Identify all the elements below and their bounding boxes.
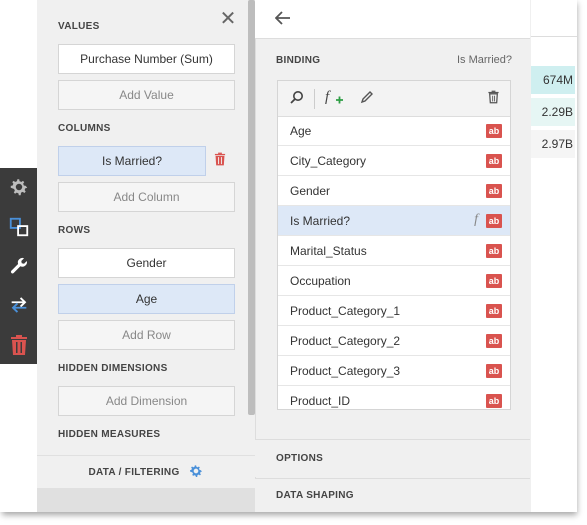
list-item[interactable]: City_Category ab	[278, 146, 510, 176]
columns-heading: COLUMNS	[58, 123, 111, 134]
field-name: Gender	[290, 183, 331, 198]
panel-scrollbar[interactable]	[248, 0, 255, 415]
trash-icon	[9, 334, 29, 356]
list-item[interactable]: Product_Category_3 ab	[278, 356, 510, 386]
swap-panels-tool-button[interactable]	[0, 208, 37, 246]
close-button[interactable]: ✕	[218, 7, 238, 30]
field-name: Is Married?	[290, 213, 351, 228]
binding-heading: BINDING	[276, 55, 321, 66]
rows-field-age[interactable]: Age	[58, 284, 235, 314]
list-item[interactable]: Occupation ab	[278, 266, 510, 296]
columns-field[interactable]: Is Married?	[58, 146, 206, 176]
list-item[interactable]: Product_ID ab	[278, 386, 510, 409]
list-item[interactable]: Product_Category_2 ab	[278, 326, 510, 356]
search-icon	[290, 90, 304, 107]
rows-heading: ROWS	[58, 225, 91, 236]
gear-icon	[8, 176, 30, 198]
add-calculated-field-button[interactable]: f	[324, 89, 346, 107]
svg-text:f: f	[325, 89, 331, 105]
grid-cell[interactable]: 674M	[531, 66, 575, 94]
wrench-tool-button[interactable]	[0, 247, 37, 285]
string-type-badge: ab	[486, 154, 502, 168]
function-icon[interactable]: f	[474, 212, 478, 228]
arrow-left-icon	[274, 9, 291, 30]
field-name: Marital_Status	[290, 243, 367, 258]
field-name: Product_Category_3	[290, 363, 401, 378]
arrows-icon	[8, 294, 30, 316]
string-type-badge: ab	[486, 214, 502, 228]
data-filtering-tab[interactable]: DATA / FILTERING	[37, 455, 255, 489]
list-item[interactable]: Marital_Status ab	[278, 236, 510, 266]
string-type-badge: ab	[486, 274, 502, 288]
string-type-badge: ab	[486, 244, 502, 258]
trash-icon	[487, 90, 500, 107]
string-type-badge: ab	[486, 304, 502, 318]
search-button[interactable]	[288, 89, 306, 107]
values-field[interactable]: Purchase Number (Sum)	[58, 44, 235, 74]
remove-column-button[interactable]	[213, 152, 227, 166]
string-type-badge: ab	[486, 394, 502, 408]
string-type-badge: ab	[486, 124, 502, 138]
add-column-button[interactable]: Add Column	[58, 182, 235, 212]
rows-field-gender[interactable]: Gender	[58, 248, 235, 278]
field-list: f Age ab City_Category ab Gender ab Is Marr…	[277, 80, 511, 410]
add-row-button[interactable]: Add Row	[58, 320, 235, 350]
back-button[interactable]	[273, 9, 293, 29]
field-name: Occupation	[290, 273, 351, 288]
field-name: Product_Category_1	[290, 303, 401, 318]
string-type-badge: ab	[486, 184, 502, 198]
values-heading: VALUES	[58, 21, 100, 32]
string-type-badge: ab	[486, 334, 502, 348]
close-icon: ✕	[219, 7, 237, 30]
string-type-badge: ab	[486, 364, 502, 378]
pencil-icon	[360, 90, 374, 107]
trash-icon	[213, 152, 227, 169]
list-item[interactable]: Age ab	[278, 116, 510, 146]
gear-icon	[188, 463, 204, 482]
field-name: Product_ID	[290, 393, 351, 408]
delete-tool-button[interactable]	[0, 326, 37, 364]
grid-header	[531, 0, 577, 37]
grid-cell[interactable]: 2.97B	[531, 130, 575, 158]
panel-footer-strip	[37, 488, 255, 512]
data-shaping-section-header[interactable]: DATA SHAPING	[255, 478, 530, 512]
list-item[interactable]: Gender ab	[278, 176, 510, 206]
background-grid: 674M 2.29B 2.97B	[530, 0, 577, 512]
hidden-dimensions-heading: HIDDEN DIMENSIONS	[58, 363, 168, 374]
field-list-toolbar: f	[278, 81, 510, 117]
add-dimension-button[interactable]: Add Dimension	[58, 386, 235, 416]
list-item-selected[interactable]: Is Married? f ab	[278, 206, 510, 236]
binding-field-name: Is Married?	[456, 54, 512, 66]
side-toolbar	[0, 168, 37, 364]
edit-button[interactable]	[358, 89, 376, 107]
field-name: Product_Category_2	[290, 333, 401, 348]
hidden-measures-heading: HIDDEN MEASURES	[58, 429, 161, 440]
add-value-button[interactable]: Add Value	[58, 80, 235, 110]
data-filtering-label: DATA / FILTERING	[88, 467, 180, 478]
field-name: Age	[290, 123, 312, 138]
delete-field-button[interactable]	[484, 89, 502, 107]
swap-panels-icon	[8, 216, 30, 238]
field-name: City_Category	[290, 153, 367, 168]
settings-tool-button[interactable]	[0, 168, 37, 206]
list-item[interactable]: Product_Category_1 ab	[278, 296, 510, 326]
toolbar-separator	[314, 89, 315, 109]
wrench-icon	[8, 255, 30, 277]
binding-panel-header	[255, 0, 530, 39]
function-add-icon: f	[324, 88, 346, 109]
convert-tool-button[interactable]	[0, 286, 37, 324]
grid-cell[interactable]: 2.29B	[531, 98, 575, 126]
options-section-header[interactable]: OPTIONS	[255, 439, 530, 477]
